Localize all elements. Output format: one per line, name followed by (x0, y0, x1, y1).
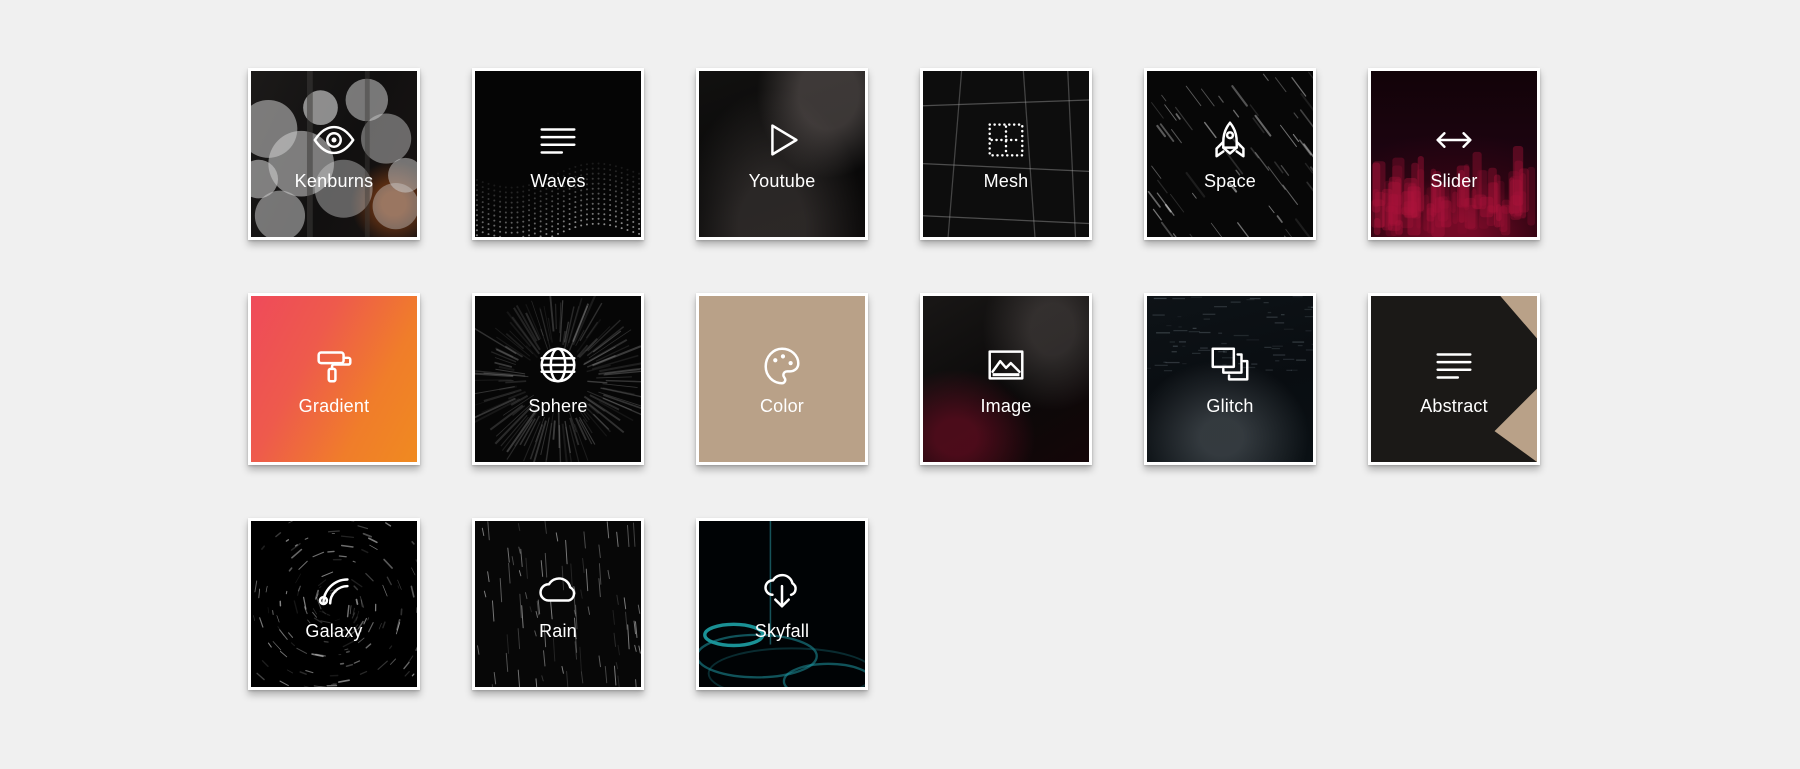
tile-galaxy[interactable]: Galaxy (248, 518, 420, 690)
lines-icon (535, 117, 581, 163)
cloud-icon (535, 567, 581, 613)
picture-icon (983, 342, 1029, 388)
tile-label: Kenburns (294, 171, 374, 191)
tile-glitch[interactable]: Glitch (1144, 293, 1316, 465)
tile-youtube[interactable]: Youtube (696, 68, 868, 240)
tile-sphere[interactable]: Sphere (472, 293, 644, 465)
dotted-square-icon (983, 117, 1029, 163)
tile-image[interactable]: Image (920, 293, 1092, 465)
tile-label: Abstract (1420, 396, 1488, 416)
play-triangle-icon (759, 117, 805, 163)
tile-label: Mesh (983, 171, 1029, 191)
tile-label: Color (759, 396, 804, 416)
palette-icon (759, 342, 805, 388)
layers-copy-icon (1207, 342, 1253, 388)
tile-skyfall[interactable]: Skyfall (696, 518, 868, 690)
tile-label: Rain (539, 621, 577, 641)
tile-label: Glitch (1206, 396, 1254, 416)
paint-roller-icon (311, 342, 357, 388)
tile-color[interactable]: Color (696, 293, 868, 465)
tile-label: Youtube (748, 171, 816, 191)
tile-abstract[interactable]: Abstract (1368, 293, 1540, 465)
tile-label: Skyfall (754, 621, 810, 641)
signal-arcs-icon (311, 567, 357, 613)
lines-icon (1431, 342, 1477, 388)
rocket-icon (1207, 117, 1253, 163)
tile-label: Image (980, 396, 1032, 416)
tile-slider[interactable]: Slider (1368, 68, 1540, 240)
tile-label: Slider (1430, 171, 1478, 191)
tile-label: Space (1203, 171, 1257, 191)
tile-mesh[interactable]: Mesh (920, 68, 1092, 240)
tile-space[interactable]: Space (1144, 68, 1316, 240)
tile-label: Waves (530, 171, 586, 191)
cloud-download-icon (759, 567, 805, 613)
globe-icon (535, 342, 581, 388)
background-type-grid: Kenburns Waves Youtube Mesh Space Slider Gradi… (248, 68, 1568, 690)
tile-gradient[interactable]: Gradient (248, 293, 420, 465)
tile-kenburns[interactable]: Kenburns (248, 68, 420, 240)
tile-label: Gradient (298, 396, 370, 416)
tile-label: Galaxy (305, 621, 363, 641)
left-right-arrow-icon (1431, 117, 1477, 163)
tile-rain[interactable]: Rain (472, 518, 644, 690)
tile-waves[interactable]: Waves (472, 68, 644, 240)
tile-label: Sphere (528, 396, 588, 416)
eye-icon (311, 117, 357, 163)
